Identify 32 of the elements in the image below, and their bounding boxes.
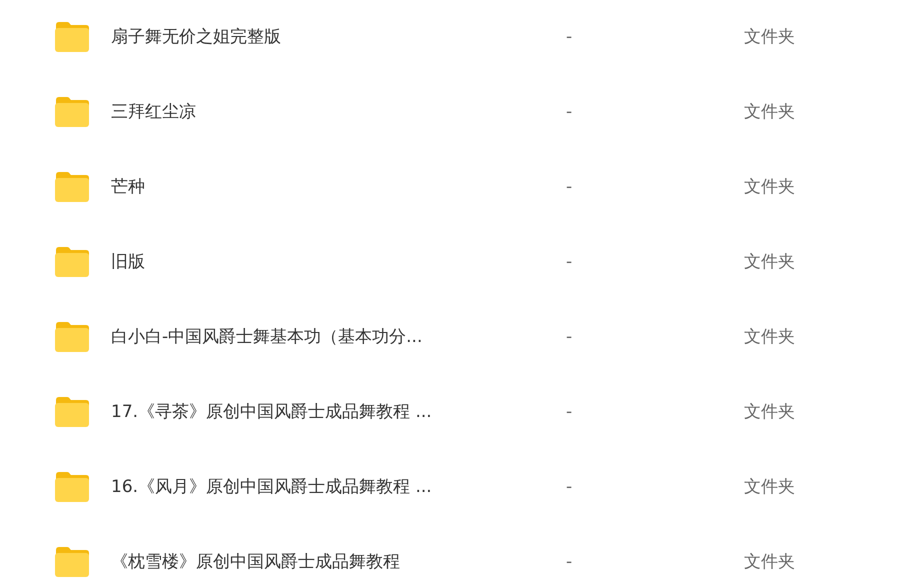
file-name[interactable]: 三拜红尘凉 <box>111 100 566 123</box>
file-size: - <box>566 326 572 346</box>
file-name[interactable]: 扇子舞无价之姐完整版 <box>111 25 566 48</box>
file-type: 文件夹 <box>744 251 795 273</box>
file-name[interactable]: 17.《寻茶》原创中国风爵士成品舞教程 ... <box>111 400 566 423</box>
file-type: 文件夹 <box>744 401 795 423</box>
file-size: - <box>566 252 572 272</box>
file-size: - <box>566 176 572 196</box>
file-type: 文件夹 <box>744 476 795 498</box>
file-type: 文件夹 <box>744 101 795 123</box>
file-type: 文件夹 <box>744 176 795 198</box>
folder-icon <box>54 20 90 52</box>
file-type: 文件夹 <box>744 551 795 573</box>
file-size: - <box>566 402 572 422</box>
file-size: - <box>566 476 572 496</box>
folder-icon <box>54 396 90 428</box>
file-size: - <box>566 26 572 46</box>
file-type: 文件夹 <box>744 26 795 48</box>
file-name[interactable]: 16.《风月》原创中国风爵士成品舞教程 ... <box>111 475 566 498</box>
file-type: 文件夹 <box>744 326 795 348</box>
file-size: - <box>566 102 572 122</box>
file-name[interactable]: 白小白-中国风爵士舞基本功（基本功分... <box>111 325 566 348</box>
folder-icon <box>54 546 90 578</box>
folder-icon <box>54 320 90 352</box>
folder-icon <box>54 246 90 278</box>
folder-icon <box>54 470 90 502</box>
file-name[interactable]: 《枕雪楼》原创中国风爵士成品舞教程 <box>111 550 566 573</box>
file-name[interactable]: 旧版 <box>111 250 566 273</box>
folder-icon <box>54 170 90 202</box>
file-size: - <box>566 552 572 572</box>
file-name[interactable]: 芒种 <box>111 175 566 198</box>
folder-icon <box>54 96 90 128</box>
